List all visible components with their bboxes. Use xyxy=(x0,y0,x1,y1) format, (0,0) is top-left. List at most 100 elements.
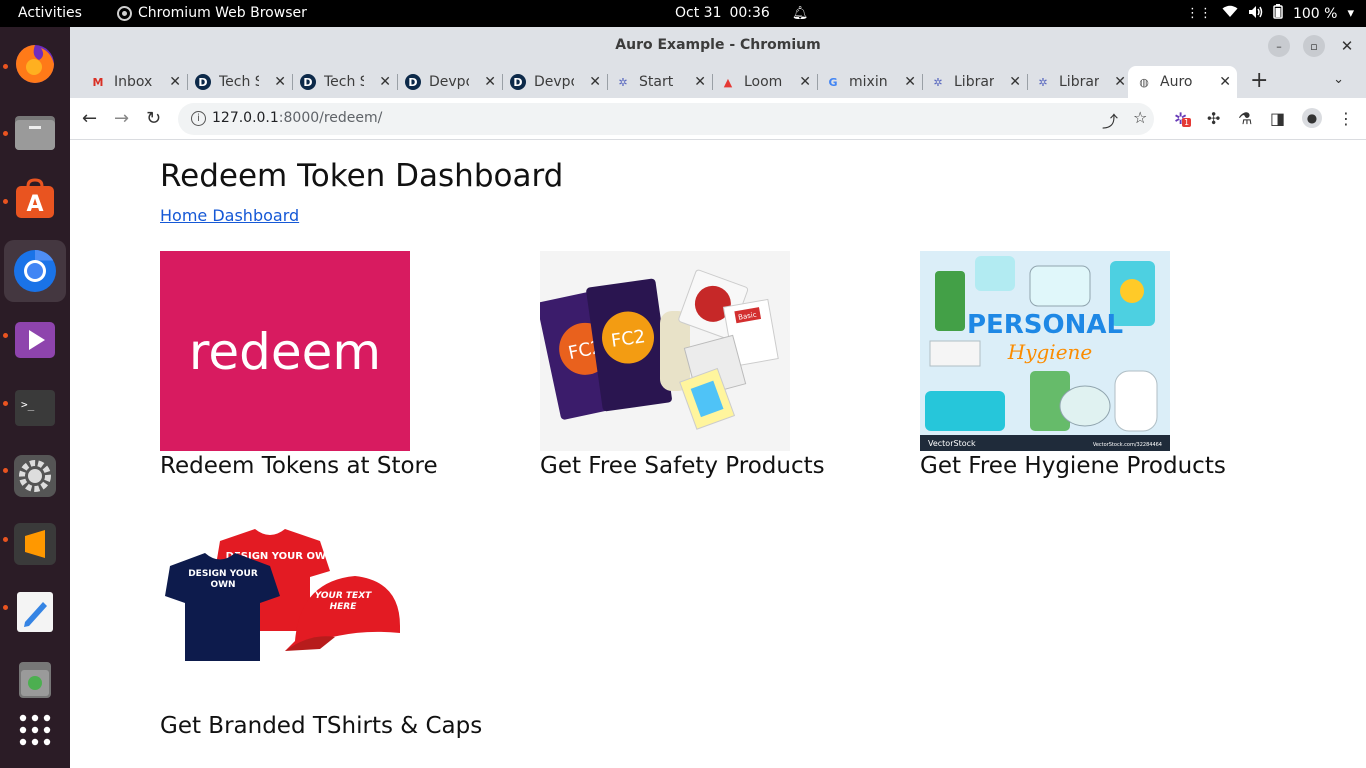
close-tab-icon[interactable]: ✕ xyxy=(169,74,181,90)
system-top-bar: Activities Chromium Web Browser Oct 31 0… xyxy=(0,0,1366,27)
reload-button[interactable]: ↻ xyxy=(146,108,161,129)
tab-9[interactable]: ✲ Librar ✕ xyxy=(922,66,1028,98)
maximize-button[interactable]: ▫ xyxy=(1303,35,1325,57)
globe-icon: ◍ xyxy=(1139,75,1149,89)
tab-7[interactable]: ▲ Loom ✕ xyxy=(712,66,818,98)
text-editor-icon[interactable] xyxy=(11,588,59,636)
safety-products-card[interactable]: FC2 FC2 Basic Get Free Safety Products xyxy=(540,251,900,479)
dev-icon: D xyxy=(510,74,526,90)
share-icon[interactable]: ⤴ xyxy=(1102,108,1118,132)
sublime-text-icon[interactable] xyxy=(11,520,59,568)
close-tab-icon[interactable]: ✕ xyxy=(379,74,391,90)
app-menu[interactable]: Chromium Web Browser xyxy=(117,5,307,21)
tab-title: Start xyxy=(639,74,674,90)
tab-1[interactable]: M Inbox ✕ xyxy=(82,66,188,98)
activities-button[interactable]: Activities xyxy=(18,5,82,21)
settings-icon[interactable] xyxy=(11,452,59,500)
redeem-logo-image[interactable]: redeem xyxy=(160,251,410,451)
running-indicator xyxy=(3,605,8,610)
tab-3[interactable]: D Tech S ✕ xyxy=(292,66,398,98)
close-tab-icon[interactable]: ✕ xyxy=(1219,74,1231,90)
accessibility-icon: ⋮⋮ xyxy=(1185,6,1212,21)
branded-merch-card[interactable]: DESIGN YOUR OWN DESIGN YOUR OWN YOUR TEX… xyxy=(160,511,520,739)
page-title: Redeem Token Dashboard xyxy=(160,158,564,194)
lab-flask-icon[interactable]: ⚗ xyxy=(1238,109,1252,128)
running-indicator xyxy=(3,333,8,338)
close-tab-icon[interactable]: ✕ xyxy=(484,74,496,90)
close-tab-icon[interactable]: ✕ xyxy=(1114,74,1126,90)
terminal-icon[interactable]: >_ xyxy=(11,384,59,432)
notification-bell-icon: 🔔︎ xyxy=(791,5,809,21)
forward-button[interactable]: → xyxy=(114,108,129,129)
bookmark-star-icon[interactable]: ☆ xyxy=(1133,108,1147,127)
tab-title: Auro xyxy=(1160,74,1193,90)
running-indicator xyxy=(3,199,8,204)
tab-strip: M Inbox ✕ D Tech S ✕ D Tech S ✕ D Devpo ✕ D Devpo ✕ ✲ St… xyxy=(70,63,1366,98)
close-tab-icon[interactable]: ✕ xyxy=(274,74,286,90)
safety-products-image[interactable]: FC2 FC2 Basic xyxy=(540,251,790,451)
clock[interactable]: Oct 31 00:36 🔔︎ xyxy=(675,5,808,21)
extension-gear-icon[interactable]: ✲ 1 xyxy=(1174,109,1192,128)
tab-search-chevron-icon[interactable]: ⌄ xyxy=(1333,72,1344,87)
close-tab-icon[interactable]: ✕ xyxy=(589,74,601,90)
tab-5[interactable]: D Devpo ✕ xyxy=(502,66,608,98)
site-info-icon[interactable]: i xyxy=(191,111,206,126)
profile-avatar-icon[interactable]: ● xyxy=(1302,108,1322,128)
running-indicator xyxy=(3,468,8,473)
page-content: Redeem Token Dashboard Home Dashboard re… xyxy=(70,141,1366,768)
close-tab-icon[interactable]: ✕ xyxy=(799,74,811,90)
dev-icon: D xyxy=(195,74,211,90)
hygiene-products-card[interactable]: PERSONAL Hygiene VectorStock VectorStock… xyxy=(920,251,1280,479)
new-tab-button[interactable]: + xyxy=(1250,68,1268,93)
title-bar[interactable]: Auro Example - Chromium – ▫ ✕ xyxy=(70,27,1366,63)
google-icon: G xyxy=(828,75,838,89)
tab-8[interactable]: Gmixin ✕ xyxy=(817,66,923,98)
tab-10[interactable]: ✲ Librar ✕ xyxy=(1027,66,1132,98)
menu-kebab-icon[interactable]: ⋮ xyxy=(1338,109,1354,128)
close-tab-icon[interactable]: ✕ xyxy=(694,74,706,90)
tab-4[interactable]: D Devpo ✕ xyxy=(397,66,503,98)
extension-badge: 1 xyxy=(1182,118,1192,127)
side-panel-icon[interactable]: ◨ xyxy=(1270,109,1285,128)
close-tab-icon[interactable]: ✕ xyxy=(1009,74,1021,90)
tab-2[interactable]: D Tech S ✕ xyxy=(187,66,293,98)
tab-title: Devpo xyxy=(534,74,574,90)
app-menu-label: Chromium Web Browser xyxy=(138,5,307,21)
files-icon[interactable] xyxy=(11,108,59,156)
battery-percent: 100 % xyxy=(1292,5,1338,22)
loom-icon: ▲ xyxy=(723,75,733,89)
tab-6[interactable]: ✲ Start ✕ xyxy=(607,66,713,98)
app-center-icon[interactable]: A xyxy=(11,176,59,224)
wifi-icon xyxy=(1222,5,1238,22)
minimize-button[interactable]: – xyxy=(1268,35,1290,57)
firefox-icon[interactable] xyxy=(11,40,59,88)
redeem-store-card[interactable]: redeem Redeem Tokens at Store xyxy=(160,251,520,479)
browser-window: Auro Example - Chromium – ▫ ✕ M Inbox ✕ D Te… xyxy=(70,27,1366,768)
video-player-icon[interactable] xyxy=(11,316,59,364)
hygiene-products-image[interactable]: PERSONAL Hygiene VectorStock VectorStock… xyxy=(920,251,1170,451)
url-path: :8000/redeem/ xyxy=(278,110,383,126)
card-caption: Get Branded TShirts & Caps xyxy=(160,713,483,739)
back-button[interactable]: ← xyxy=(82,108,97,129)
dev-icon: D xyxy=(300,74,316,90)
tab-title: Loom xyxy=(744,74,783,90)
gear-blue-icon: ✲ xyxy=(933,75,943,89)
close-window-button[interactable]: ✕ xyxy=(1336,35,1358,57)
tab-11[interactable]: ◍ Auro ✕ xyxy=(1128,66,1237,98)
tshirts-caps-image[interactable]: DESIGN YOUR OWN DESIGN YOUR OWN YOUR TEX… xyxy=(160,511,410,691)
tab-title: Tech S xyxy=(219,74,259,90)
close-tab-icon[interactable]: ✕ xyxy=(904,74,916,90)
address-bar[interactable]: i 127.0.0.1:8000/redeem/ ⤴ ☆ xyxy=(178,103,1154,135)
tab-title: Tech S xyxy=(324,74,364,90)
system-tray[interactable]: ⋮⋮ 100 % ▾ xyxy=(1186,4,1354,23)
extensions-puzzle-icon[interactable]: ✣ xyxy=(1207,109,1220,128)
trash-icon[interactable] xyxy=(11,656,59,704)
show-apps-grid-icon[interactable] xyxy=(11,706,59,754)
hygiene-subtitle-text: Hygiene xyxy=(1007,340,1093,364)
tab-title: Devpo xyxy=(429,74,469,90)
home-dashboard-link[interactable]: Home Dashboard xyxy=(160,206,299,225)
url-text[interactable]: 127.0.0.1:8000/redeem/ xyxy=(212,110,382,126)
chromium-dock-icon[interactable] xyxy=(4,240,66,302)
svg-text:>_: >_ xyxy=(21,398,35,411)
power-menu-chevron-icon: ▾ xyxy=(1347,6,1354,21)
